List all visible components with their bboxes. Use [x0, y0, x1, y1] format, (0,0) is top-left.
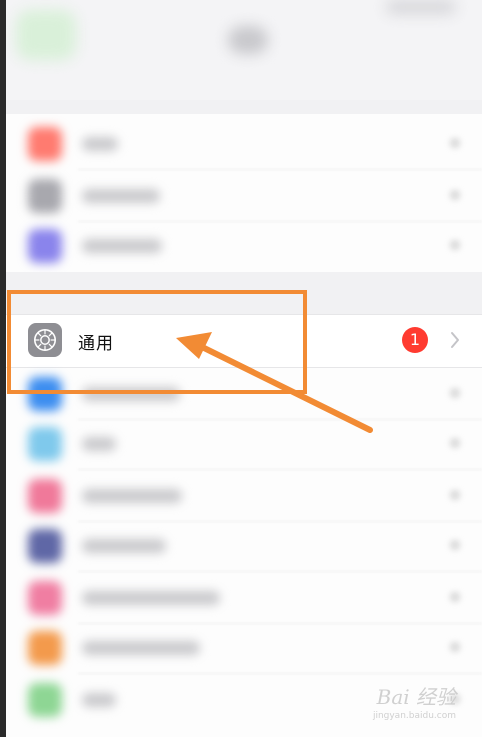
chevron-right-icon [450, 240, 460, 250]
app-icon [28, 229, 62, 263]
chevron-right-icon [450, 490, 460, 500]
blurred-label [82, 641, 200, 655]
blurred-label [82, 137, 118, 151]
chevron-right-icon [450, 642, 460, 652]
chevron-right-icon [450, 331, 460, 353]
chevron-right-icon [450, 138, 460, 148]
blurred-label [82, 489, 182, 503]
app-icon [28, 427, 62, 461]
section-gap [6, 100, 482, 114]
app-icon [28, 479, 62, 513]
blurred-row[interactable] [6, 418, 482, 470]
chevron-right-icon [450, 438, 460, 448]
blurred-label [82, 539, 166, 553]
app-icon [28, 179, 62, 213]
watermark: Bai 经验 jingyan.baidu.com [373, 681, 456, 721]
notification-badge: 1 [402, 327, 428, 353]
watermark-url: jingyan.baidu.com [372, 711, 456, 721]
app-icon [28, 683, 62, 717]
blurred-row[interactable] [6, 622, 482, 674]
blurred-row[interactable] [6, 572, 482, 624]
app-icon [28, 631, 62, 665]
blurred-row[interactable] [6, 520, 482, 572]
blurred-label [82, 591, 220, 605]
blurred-label [82, 239, 162, 253]
app-icon [28, 581, 62, 615]
chevron-right-icon [450, 190, 460, 200]
blurred-label [82, 437, 116, 451]
blurred-label [82, 189, 160, 203]
chevron-right-icon [450, 540, 460, 550]
chevron-right-icon [450, 592, 460, 602]
blurred-row[interactable] [6, 170, 482, 222]
blurred-top-area [6, 0, 482, 100]
app-icon [28, 529, 62, 563]
app-icon [28, 127, 62, 161]
chevron-right-icon [450, 388, 460, 398]
blurred-row[interactable] [6, 220, 482, 272]
blurred-row[interactable] [6, 118, 482, 170]
watermark-logo-text: Bai 经验 [376, 685, 456, 709]
blurred-label [82, 693, 116, 707]
annotation-highlight-box [7, 290, 307, 394]
blurred-row[interactable] [6, 470, 482, 522]
